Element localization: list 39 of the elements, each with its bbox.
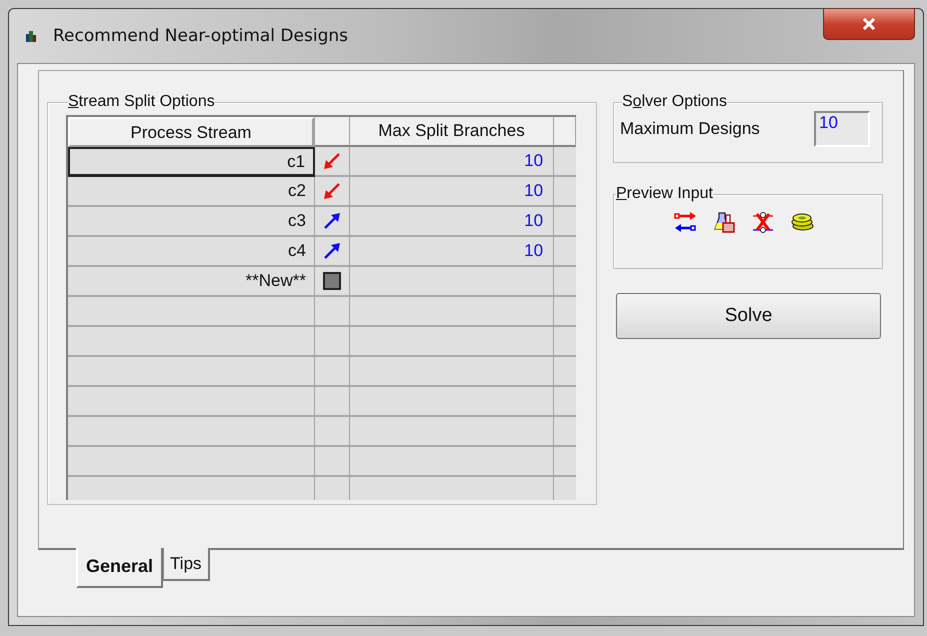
table-cell: 10 [350,147,554,177]
table-cell[interactable]: c3 [68,207,316,237]
table-cell[interactable]: c4 [68,237,316,267]
close-icon [862,18,876,30]
arrow-icon [322,242,341,260]
cross-icon [752,211,775,233]
tab[interactable]: Tips [163,548,210,581]
flask-icon [713,211,736,233]
input-field[interactable]: 10 [814,111,870,147]
table-cell [315,327,350,357]
column-header[interactable]: Process Stream [68,117,316,147]
group-label: Solver Options [622,93,727,111]
column-header[interactable] [315,117,350,147]
group-label: Preview Input [616,185,713,203]
coins-icon [791,211,814,233]
solve-button[interactable]: Solve [616,293,881,339]
tab[interactable]: General [76,548,164,588]
table-cell: 10 [350,207,554,237]
table-cell [315,447,350,477]
field-label: Maximum Designs [620,119,760,139]
column-header[interactable] [554,117,576,147]
table-cell[interactable]: c2 [68,177,316,207]
window-title: Recommend Near-optimal Designs [53,26,348,46]
table-cell [315,387,350,417]
close-button[interactable] [823,8,915,40]
arrow-icon [322,152,341,170]
table-cell[interactable]: c1 [68,147,316,177]
arrows-icon [674,211,697,233]
table-cell: 10 [350,237,554,267]
group-label: Stream Split Options [68,93,215,111]
table-cell [315,417,350,447]
square-icon [322,272,341,290]
table-cell[interactable]: **New** [68,267,316,297]
table-cell [315,357,350,387]
column-header[interactable]: Max Split Branches [350,117,554,147]
app-icon [25,30,37,42]
arrow-icon [322,212,341,230]
arrow-icon [322,182,341,200]
table-cell: 10 [350,177,554,207]
